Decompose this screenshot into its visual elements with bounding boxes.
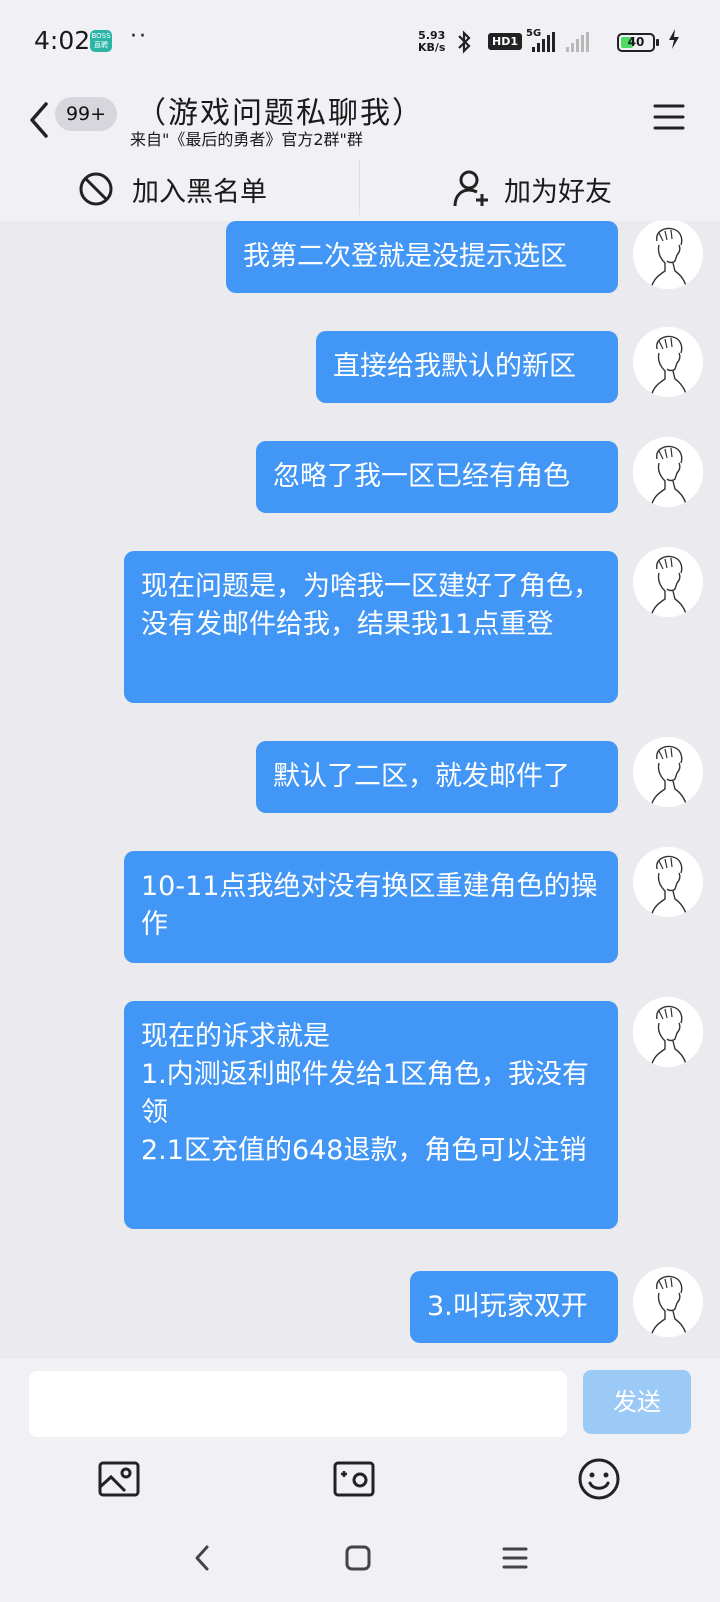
emoji-icon[interactable] — [577, 1457, 621, 1501]
add-friend-button[interactable]: 加为好友 — [452, 157, 612, 221]
message-bubble[interactable]: 直接给我默认的新区 — [316, 331, 618, 403]
avatar[interactable] — [633, 437, 703, 507]
message-bubble[interactable]: 现在的诉求就是 1.内测返利邮件发给1区角色，我没有领 2.1区充值的648退款… — [124, 1001, 618, 1229]
message-bubble[interactable]: 10-11点我绝对没有换区重建角色的操作 — [124, 851, 618, 963]
message-bubble[interactable]: 3.叫玩家双开 — [410, 1271, 618, 1343]
message-bubble[interactable]: 我第二次登就是没提示选区 — [226, 221, 618, 293]
hd-voice-icon: HD1 — [488, 33, 522, 50]
avatar[interactable] — [633, 737, 703, 807]
chat-header: 99+ （游戏问题私聊我） 来自"《最后的勇者》官方2群"群 — [0, 86, 720, 156]
avatar[interactable] — [633, 847, 703, 917]
action-bar: 加入黑名单 加为好友 — [0, 157, 720, 221]
message-bubble[interactable]: 现在问题是，为啥我一区建好了角色，没有发邮件给我，结果我11点重登 — [124, 551, 618, 703]
avatar[interactable] — [633, 327, 703, 397]
composer: 发送 — [0, 1359, 720, 1447]
block-icon — [79, 172, 113, 206]
nav-back-icon[interactable] — [188, 1543, 218, 1573]
battery-level: 40 — [627, 35, 645, 49]
status-bar: 4:02 BOSS 直聘 ·· 5.93 KB/s HD1 5G 40 — [0, 0, 720, 86]
charging-icon — [669, 29, 679, 49]
network-speed: 5.93 KB/s — [418, 30, 445, 54]
action-divider — [359, 159, 360, 215]
message-list[interactable]: 我第二次登就是没提示选区 直接给我默认的新区 忽略了我一区已经有角色 现在问题是… — [0, 221, 720, 1359]
chat-subtitle: 来自"《最后的勇者》官方2群"群 — [130, 130, 363, 149]
unread-badge[interactable]: 99+ — [55, 97, 117, 131]
nav-home-icon[interactable] — [343, 1543, 373, 1573]
avatar[interactable] — [633, 1267, 703, 1337]
avatar[interactable] — [633, 221, 703, 289]
image-icon[interactable] — [97, 1457, 141, 1501]
network-speed-unit: KB/s — [418, 41, 446, 54]
add-friend-icon — [453, 170, 488, 207]
send-button[interactable]: 发送 — [583, 1370, 691, 1434]
nav-recents-icon[interactable] — [500, 1543, 530, 1573]
camera-icon[interactable] — [332, 1457, 376, 1501]
battery-icon: 40 — [617, 33, 659, 52]
message-bubble[interactable]: 默认了二区，就发邮件了 — [256, 741, 618, 813]
signal-2-icon — [566, 32, 589, 52]
add-friend-label: 加为好友 — [504, 176, 612, 208]
status-time: 4:02 — [34, 26, 91, 55]
avatar[interactable] — [633, 997, 703, 1067]
system-nav-bar — [0, 1517, 720, 1602]
message-input[interactable] — [29, 1371, 567, 1437]
message-bubble[interactable]: 忽略了我一区已经有角色 — [256, 441, 618, 513]
bluetooth-icon — [458, 30, 471, 54]
boss-app-icon: BOSS 直聘 — [90, 30, 112, 52]
notification-dots: ·· — [130, 24, 148, 49]
block-label: 加入黑名单 — [132, 176, 267, 208]
tool-bar — [0, 1447, 720, 1517]
block-button[interactable]: 加入黑名单 — [78, 157, 267, 221]
menu-icon[interactable] — [652, 100, 686, 134]
signal-icon — [532, 32, 555, 52]
avatar[interactable] — [633, 547, 703, 617]
